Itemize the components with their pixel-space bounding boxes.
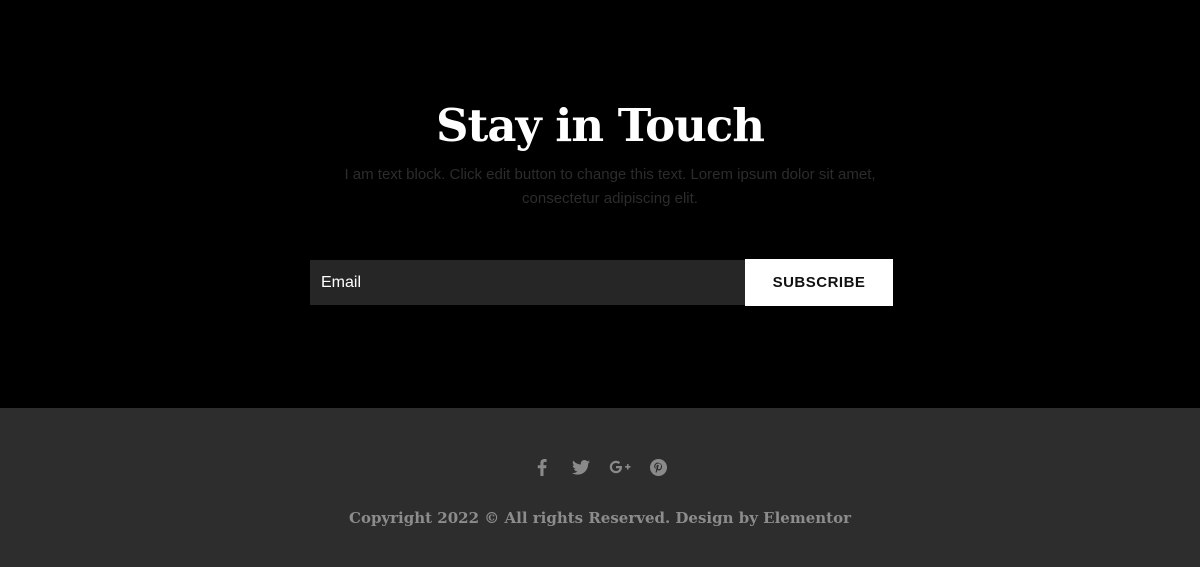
email-input[interactable]: [310, 260, 745, 305]
subscribe-button[interactable]: SUBSCRIBE: [745, 259, 893, 306]
google-plus-icon: [609, 460, 630, 474]
copyright-text: Copyright 2022 © All rights Reserved. De…: [349, 509, 851, 527]
twitter-link[interactable]: [561, 456, 600, 478]
newsletter-section: Stay in Touch I am text block. Click edi…: [0, 0, 1200, 408]
pinterest-link[interactable]: [639, 456, 678, 478]
google-plus-link[interactable]: [600, 456, 639, 478]
section-title: Stay in Touch: [436, 99, 765, 152]
footer: Copyright 2022 © All rights Reserved. De…: [0, 408, 1200, 567]
pinterest-icon: [650, 458, 667, 476]
section-description: I am text block. Click edit button to ch…: [344, 166, 876, 207]
twitter-icon: [571, 459, 590, 475]
facebook-link[interactable]: [522, 456, 561, 478]
facebook-icon: [537, 458, 547, 476]
subscribe-form: SUBSCRIBE: [310, 259, 893, 306]
social-links: [0, 456, 1200, 478]
